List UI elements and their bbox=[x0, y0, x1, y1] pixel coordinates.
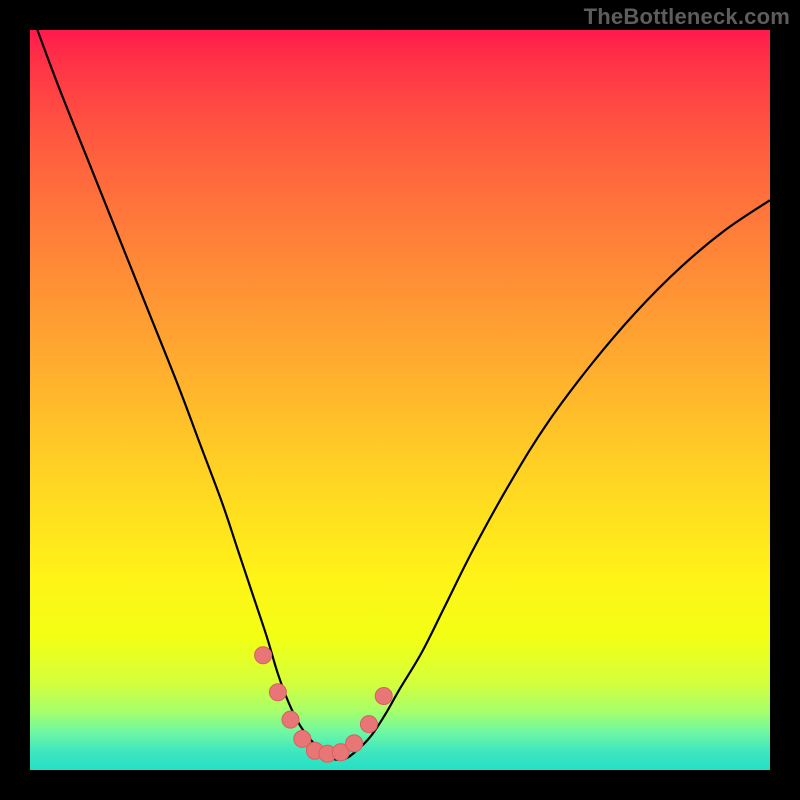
valley-marker bbox=[269, 684, 286, 701]
chart-frame: TheBottleneck.com bbox=[0, 0, 800, 800]
curve-path bbox=[37, 30, 770, 760]
valley-marker bbox=[375, 688, 392, 705]
valley-marker bbox=[346, 735, 363, 752]
bottleneck-curve bbox=[30, 30, 770, 770]
valley-marker bbox=[360, 716, 377, 733]
plot-area bbox=[30, 30, 770, 770]
valley-marker bbox=[255, 647, 272, 664]
watermark-label: TheBottleneck.com bbox=[584, 4, 790, 30]
valley-marker bbox=[282, 711, 299, 728]
